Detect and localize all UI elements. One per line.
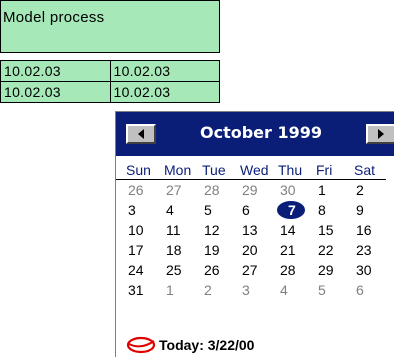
calendar-day[interactable]: 29 [316, 260, 354, 280]
calendar-day-other-month[interactable]: 3 [240, 280, 278, 300]
day-name-sun: Sun [126, 162, 151, 178]
calendar-day-other-month[interactable]: 27 [164, 180, 202, 200]
date-cell[interactable]: 10.02.03 [0, 81, 111, 103]
calendar-day[interactable]: 10 [126, 220, 164, 240]
day-name-mon: Mon [164, 162, 192, 178]
month-year-label: October 1999 [199, 123, 323, 142]
calendar-day[interactable]: 28 [278, 260, 316, 280]
calendar-day[interactable]: 24 [126, 260, 164, 280]
date-cell[interactable]: 10.02.03 [0, 60, 111, 82]
calendar-day[interactable]: 3 [126, 200, 164, 220]
calendar-day[interactable]: 13 [240, 220, 278, 240]
calendar-day-other-month[interactable]: 2 [202, 280, 240, 300]
calendar-day[interactable]: 14 [278, 220, 316, 240]
calendar-day-other-month[interactable]: 6 [354, 280, 392, 300]
calendar-day[interactable]: 26 [202, 260, 240, 280]
day-name-fri: Fri [316, 162, 333, 178]
today-label: Today: 3/22/00 [159, 337, 255, 353]
column-header-model-process: Model process [0, 0, 220, 53]
calendar-day-other-month[interactable]: 1 [164, 280, 202, 300]
next-month-button[interactable] [366, 124, 394, 144]
calendar-day[interactable]: 30 [354, 260, 392, 280]
calendar-day-other-month[interactable]: 5 [316, 280, 354, 300]
calendar-day[interactable]: 15 [316, 220, 354, 240]
date-cell[interactable]: 10.02.03 [109, 81, 220, 103]
calendar-day[interactable]: 2 [354, 180, 392, 200]
calendar-day-other-month[interactable]: 28 [202, 180, 240, 200]
day-name-tue: Tue [202, 162, 226, 178]
calendar-dropdown: October 1999 Sun Mon Tue Wed Thu Fri Sat 26 27 2… [115, 111, 394, 357]
table-row: 10.02.03 10.02.03 [0, 60, 220, 82]
day-of-week-header: Sun Mon Tue Wed Thu Fri Sat [116, 161, 386, 180]
calendar-day[interactable]: 5 [202, 200, 240, 220]
calendar-day[interactable]: 19 [202, 240, 240, 260]
calendar-day-selected[interactable]: 7 [277, 200, 316, 220]
day-name-thu: Thu [278, 162, 303, 178]
table-row: 10.02.03 10.02.03 [0, 81, 220, 103]
calendar-day-other-month[interactable]: 26 [126, 180, 164, 200]
calendar-day[interactable]: 22 [316, 240, 354, 260]
today-circle-icon [126, 336, 156, 354]
calendar-day-other-month[interactable]: 4 [278, 280, 316, 300]
calendar-day[interactable]: 9 [354, 200, 392, 220]
calendar-day[interactable]: 18 [164, 240, 202, 260]
calendar-day[interactable]: 8 [316, 200, 354, 220]
calendar-day[interactable]: 23 [354, 240, 392, 260]
right-arrow-icon [378, 129, 384, 139]
calendar-day[interactable]: 20 [240, 240, 278, 260]
calendar-day[interactable]: 1 [316, 180, 354, 200]
calendar-day[interactable]: 17 [126, 240, 164, 260]
calendar-day-other-month[interactable]: 30 [278, 180, 316, 200]
calendar-day[interactable]: 16 [354, 220, 392, 240]
day-name-sat: Sat [354, 162, 376, 178]
previous-month-button[interactable] [126, 124, 156, 144]
calendar-day[interactable]: 4 [164, 200, 202, 220]
calendar-header: October 1999 [116, 112, 394, 156]
calendar-day-other-month[interactable]: 29 [240, 180, 278, 200]
calendar-day[interactable]: 27 [240, 260, 278, 280]
calendar-day[interactable]: 31 [126, 280, 164, 300]
calendar-day[interactable]: 21 [278, 240, 316, 260]
date-table: 10.02.03 10.02.03 10.02.03 10.02.03 [0, 60, 220, 103]
calendar-day[interactable]: 11 [164, 220, 202, 240]
day-name-wed: Wed [240, 162, 269, 178]
calendar-day[interactable]: 6 [240, 200, 278, 220]
calendar-day[interactable]: 12 [202, 220, 240, 240]
today-link[interactable]: Today: 3/22/00 [126, 335, 254, 355]
day-grid: 26 27 28 29 30 1 2 3 4 5 6 7 8 9 10 11 12 13 14 15 16 17 18 19 2… [116, 180, 394, 300]
left-arrow-icon [138, 129, 144, 139]
calendar-day-number: 7 [288, 202, 296, 218]
calendar-day[interactable]: 25 [164, 260, 202, 280]
date-cell[interactable]: 10.02.03 [109, 60, 220, 82]
